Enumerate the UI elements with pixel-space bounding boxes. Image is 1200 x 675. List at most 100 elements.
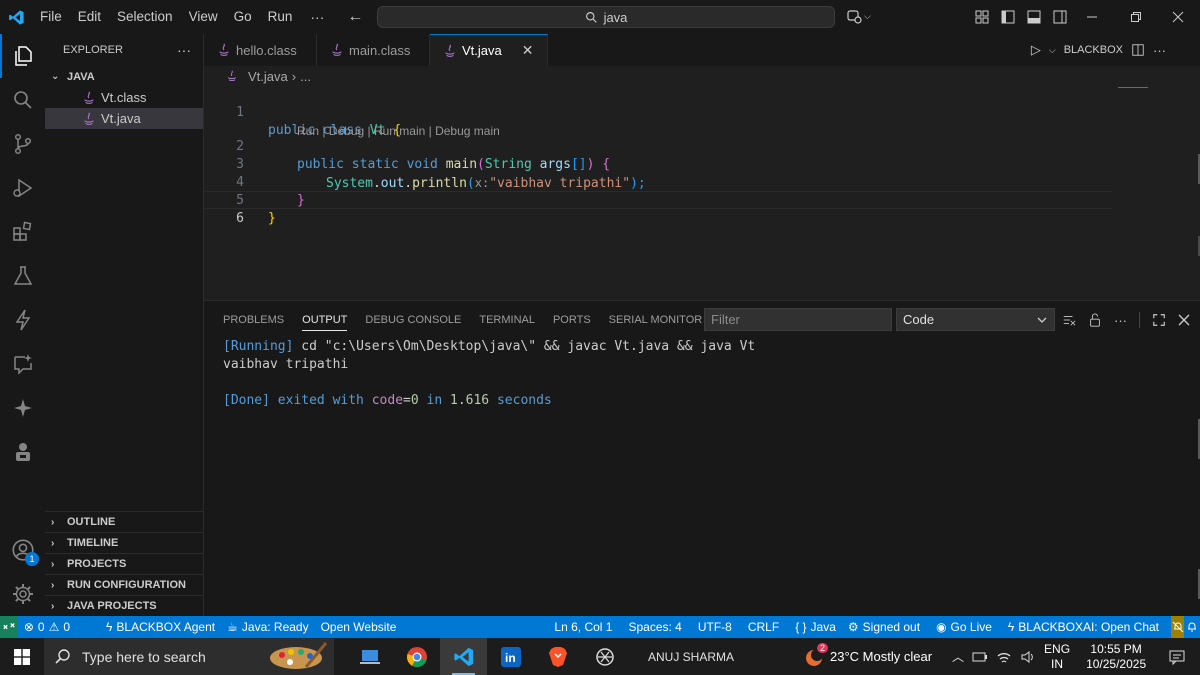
menu-edit[interactable]: Edit (70, 0, 109, 34)
accounts-icon[interactable]: 1 (0, 528, 45, 572)
toggle-sidebar-icon[interactable] (1000, 9, 1016, 25)
tab-serial-monitor[interactable]: SERIAL MONITOR (600, 301, 712, 339)
tab-output[interactable]: OUTPUT (293, 301, 356, 339)
lightning-icon[interactable] (0, 298, 45, 342)
language-mode[interactable]: { } Java (789, 616, 842, 638)
open-website-status[interactable]: Open Website (315, 616, 403, 638)
breadcrumb-file[interactable]: Vt.java (248, 69, 288, 84)
agent-icon[interactable] (0, 430, 45, 474)
signed-out-status[interactable]: ⚙ Signed out (842, 616, 926, 638)
more-actions-icon[interactable]: ··· (1153, 43, 1166, 58)
search-icon[interactable] (0, 78, 45, 122)
section-timeline[interactable]: › TIMELINE (45, 532, 204, 553)
more-actions-icon[interactable]: ··· (177, 42, 191, 58)
chat-sparkle-icon[interactable] (0, 342, 45, 386)
source-control-icon[interactable] (0, 122, 45, 166)
customize-layout-icon[interactable] (974, 9, 990, 25)
tab-ports[interactable]: PORTS (544, 301, 600, 339)
windows-start-icon[interactable] (0, 638, 44, 675)
panel-scrollbar[interactable] (1188, 339, 1200, 617)
run-debug-icon[interactable] (0, 166, 45, 210)
output-filter-input[interactable] (704, 308, 892, 331)
tab-vt-java[interactable]: Vt.java ✕ (430, 34, 548, 66)
close-tab-icon[interactable]: ✕ (522, 42, 534, 59)
encoding[interactable]: UTF-8 (692, 616, 738, 638)
blackbox-label[interactable]: BLACKBOX (1064, 44, 1123, 56)
remote-indicator-icon[interactable] (0, 616, 18, 638)
restore-icon[interactable] (1114, 0, 1158, 34)
taskbar-clock[interactable]: 10:55 PM 10/25/2025 (1086, 642, 1146, 672)
more-actions-icon[interactable]: ··· (1114, 313, 1127, 328)
menu-view[interactable]: View (181, 0, 226, 34)
code-line-4[interactable]: 4 } (204, 156, 1200, 208)
wifi-icon[interactable] (996, 650, 1012, 664)
maximize-panel-icon[interactable] (1152, 313, 1166, 327)
folder-java[interactable]: ⌄ JAVA (45, 66, 203, 87)
menu-go[interactable]: Go (226, 0, 260, 34)
tab-debug-console[interactable]: DEBUG CONSOLE (356, 301, 470, 339)
code-line-5[interactable]: 5 } (204, 174, 1200, 226)
minimize-icon[interactable] (1070, 0, 1114, 34)
run-play-icon[interactable]: ▷ (1031, 42, 1041, 58)
language-indicator[interactable]: ENG IN (1044, 642, 1070, 672)
toggle-secondary-sidebar-icon[interactable] (1052, 9, 1068, 25)
menu-selection[interactable]: Selection (109, 0, 181, 34)
java-status[interactable]: ☕ Java: Ready (221, 616, 314, 638)
blackbox-agent-status[interactable]: ϟ BLACKBOX Agent (100, 616, 221, 638)
tab-main-class[interactable]: main.class (317, 34, 430, 66)
taskbar-weather[interactable]: 2 23°C Mostly clear (754, 642, 932, 667)
battery-icon[interactable] (972, 651, 988, 663)
tab-terminal[interactable]: TERMINAL (470, 301, 544, 339)
chevron-up-icon[interactable]: ︿ (952, 648, 964, 665)
clear-output-icon[interactable] (1062, 313, 1076, 327)
taskbar-app-chatgpt[interactable] (581, 638, 628, 675)
notifications-muted-icon[interactable] (1171, 616, 1185, 638)
taskbar-app-brave[interactable] (534, 638, 581, 675)
menu-file[interactable]: File (32, 0, 70, 34)
notification-center-icon[interactable] (1168, 649, 1186, 665)
code-line-1[interactable]: 1 public class Vt { (204, 86, 1200, 138)
testing-flask-icon[interactable] (0, 254, 45, 298)
editor-scrollbar[interactable] (1188, 66, 1200, 300)
breadcrumb-symbol[interactable]: ... (300, 69, 311, 84)
command-center-search[interactable]: java (377, 6, 835, 28)
taskbar-app-linkedin[interactable]: in (487, 638, 534, 675)
cursor-position[interactable]: Ln 6, Col 1 (548, 616, 618, 638)
sparkle-icon[interactable] (0, 386, 45, 430)
minimap[interactable] (1118, 87, 1148, 90)
code-line-2[interactable]: 2 public static void main(String args[])… (204, 120, 1200, 172)
tab-hello-class[interactable]: hello.class (204, 34, 317, 66)
go-live-button[interactable]: ◉ Go Live (930, 616, 998, 638)
file-vt-java[interactable]: Vt.java (45, 108, 203, 129)
manage-gear-icon[interactable] (0, 572, 45, 616)
section-run-configuration[interactable]: › RUN CONFIGURATION (45, 574, 204, 595)
section-java-projects[interactable]: › JAVA PROJECTS (45, 595, 204, 616)
code-line-3[interactable]: 3 System.out.println(x:"vaibhav tripathi… (204, 138, 1200, 191)
copilot-button[interactable]: ⌵ (846, 8, 871, 24)
indentation[interactable]: Spaces: 4 (622, 616, 687, 638)
taskbar-app-laptop[interactable] (346, 638, 393, 675)
lock-icon[interactable] (1088, 313, 1102, 327)
back-arrow-icon[interactable]: ← (342, 8, 368, 26)
chevron-down-icon[interactable]: ⌵ (1049, 45, 1056, 56)
split-editor-icon[interactable] (1131, 43, 1145, 57)
taskbar-app-vscode[interactable] (440, 638, 487, 675)
taskbar-app-chrome[interactable] (393, 638, 440, 675)
menu-run[interactable]: Run (260, 0, 301, 34)
toggle-panel-icon[interactable] (1026, 9, 1042, 25)
menu-more[interactable]: ··· (300, 9, 334, 25)
problems-status[interactable]: ⊗ 0 ⚠ 0 (18, 616, 76, 638)
close-panel-icon[interactable] (1178, 314, 1190, 326)
tab-problems[interactable]: PROBLEMS (214, 301, 293, 339)
taskbar-user-name[interactable]: ANUJ SHARMA (628, 650, 754, 664)
volume-icon[interactable] (1020, 650, 1036, 664)
section-outline[interactable]: › OUTLINE (45, 511, 204, 532)
output-channel-select[interactable]: Code (896, 308, 1055, 331)
code-line-6-current[interactable]: 6 (204, 191, 1112, 226)
blackbox-chat-button[interactable]: ϟ BLACKBOXAI: Open Chat (1002, 616, 1165, 638)
section-projects[interactable]: › PROJECTS (45, 553, 204, 574)
explorer-icon[interactable] (0, 34, 45, 78)
end-of-line[interactable]: CRLF (742, 616, 785, 638)
close-window-icon[interactable] (1156, 0, 1200, 34)
notifications-bell-icon[interactable] (1184, 616, 1200, 638)
